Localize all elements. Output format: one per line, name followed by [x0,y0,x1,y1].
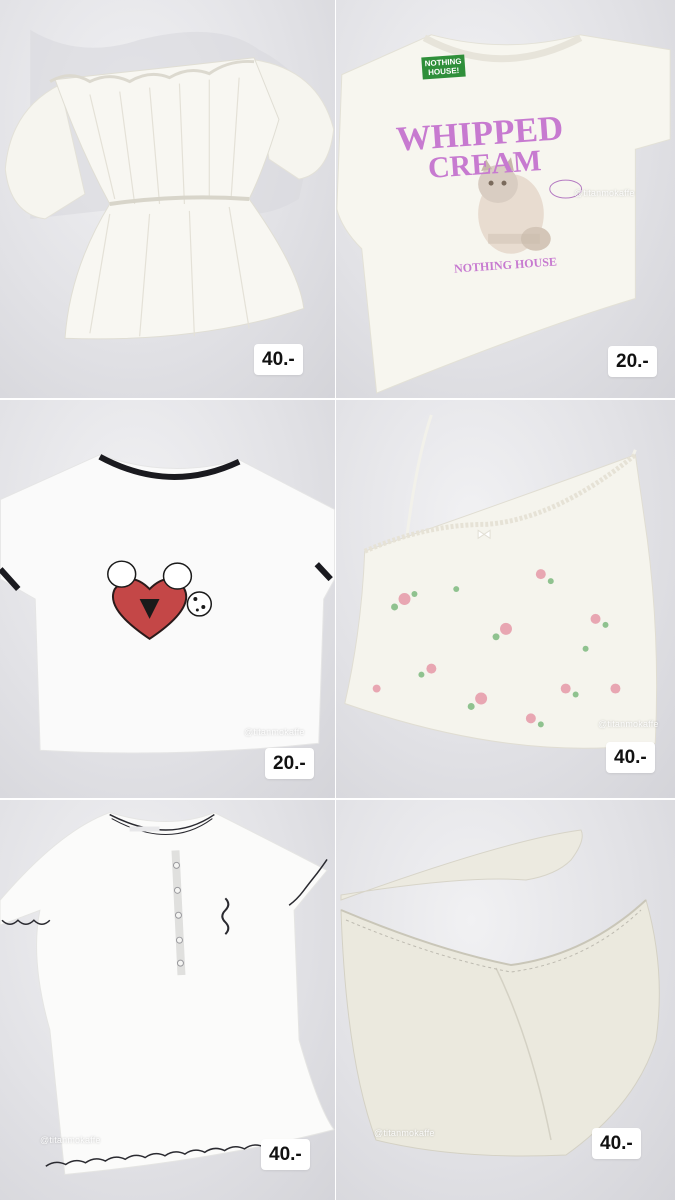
price-tag: 40.- [592,1128,641,1159]
price-tag: 40.- [261,1139,310,1170]
watermark: @titanmokaffe [574,188,635,198]
product-photo-grid: 40.- NOTHING HOUSE! WHIPPED CREAM NOTHIN… [0,0,675,1200]
item-cell-3[interactable]: @titanmokaffe 20.- [0,400,336,800]
watermark: @titanmokaffe [40,1135,101,1145]
price-tag: 20.- [265,748,314,779]
price-tag: 20.- [608,346,657,377]
peplum-blouse-photo [4,29,335,340]
item-cell-6[interactable]: @titanmokaffe 40.- [336,800,675,1200]
item-cell-5[interactable]: @titanmokaffe 40.- [0,800,336,1200]
ringer-tee-photo [0,454,335,754]
watermark: @titanmokaffe [244,727,305,737]
price-tag: 40.- [254,344,303,375]
item-cell-1[interactable]: 40.- [0,0,336,400]
watermark: @titanmokaffe [598,719,659,729]
floral-camisole-photo [344,414,658,749]
price-tag: 40.- [606,742,655,773]
watermark: @titanmokaffe [374,1128,435,1138]
item-cell-2[interactable]: NOTHING HOUSE! WHIPPED CREAM NOTHING HOU… [336,0,675,400]
neck-label-line-2: HOUSE! [427,65,460,78]
brand-neck-label: NOTHING HOUSE! [421,54,466,80]
item-cell-4[interactable]: @titanmokaffe 40.- [336,400,675,800]
whipped-cream-tee-photo [336,34,671,394]
